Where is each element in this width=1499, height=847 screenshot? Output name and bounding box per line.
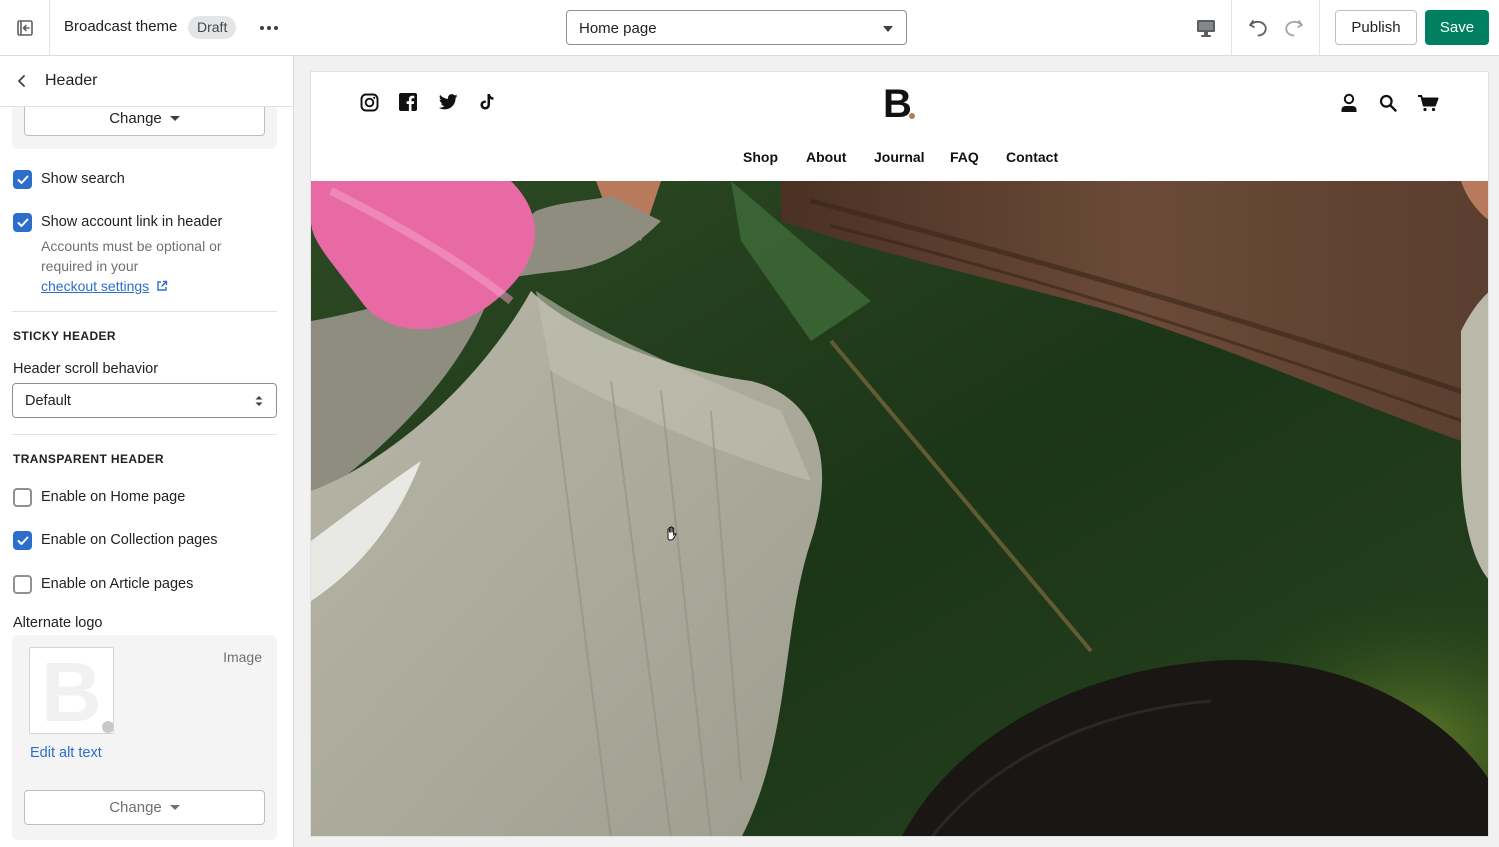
cart-link[interactable] [1417, 92, 1439, 114]
theme-name: Broadcast theme [64, 18, 178, 35]
store-header: B Shop About Journal FAQ Contact [311, 72, 1488, 181]
logo-dot [102, 721, 113, 733]
show-account-label: Show account link in header [41, 214, 223, 230]
hero-image [311, 181, 1488, 836]
external-link-icon [157, 280, 168, 291]
cart-icon [1418, 95, 1439, 112]
more-horizontal-icon [260, 26, 278, 30]
redo-icon [1285, 20, 1303, 37]
page-select[interactable]: Home page [566, 10, 907, 45]
alternate-logo-thumbnail[interactable]: B [29, 647, 114, 734]
divider [1319, 0, 1320, 55]
exit-icon [16, 19, 33, 36]
page-select-value: Home page [579, 20, 657, 37]
select-arrows-icon [255, 396, 263, 406]
enable-article-checkbox[interactable] [13, 575, 32, 594]
twitter-icon [438, 94, 458, 110]
redo-button[interactable] [1279, 13, 1309, 43]
nav-about[interactable]: About [806, 149, 846, 165]
caret-down-icon [169, 116, 180, 121]
save-button[interactable]: Save [1425, 10, 1489, 45]
twitter-link[interactable] [438, 92, 458, 112]
facebook-link[interactable] [398, 92, 418, 112]
desktop-icon [1197, 20, 1215, 37]
scroll-behavior-value: Default [25, 393, 71, 409]
divider [12, 434, 277, 435]
edit-alt-text-link[interactable]: Edit alt text [30, 745, 102, 761]
enable-collection-label: Enable on Collection pages [41, 532, 218, 548]
checkmark-icon [17, 536, 28, 545]
instagram-link[interactable] [359, 92, 379, 112]
checkmark-icon [17, 218, 28, 227]
alternate-logo-change-label: Change [109, 799, 162, 816]
logo-preview-glyph: B [41, 647, 102, 734]
account-help: Accounts must be optional or required in… [41, 238, 222, 274]
tiktok-link[interactable] [477, 92, 497, 112]
sticky-header-heading: STICKY HEADER [13, 329, 116, 343]
account-link[interactable] [1338, 92, 1360, 114]
search-link[interactable] [1377, 92, 1399, 114]
more-actions-button[interactable] [256, 15, 282, 41]
top-bar: Broadcast theme Draft Home page Publish … [0, 0, 1499, 56]
alternate-logo-label: Alternate logo [13, 615, 103, 631]
status-badge: Draft [188, 16, 237, 39]
undo-button[interactable] [1243, 13, 1273, 43]
account-icon [1341, 93, 1357, 112]
show-search-label: Show search [41, 171, 125, 187]
enable-article-label: Enable on Article pages [41, 576, 194, 592]
scroll-behavior-label: Header scroll behavior [13, 361, 159, 377]
storefront-preview[interactable]: B Shop About Journal FAQ Contact [310, 71, 1489, 837]
search-icon [1379, 94, 1397, 112]
exit-button[interactable] [0, 0, 50, 55]
alternate-logo-card: B Image Edit alt text Change [12, 635, 277, 840]
logo-change-label: Change [109, 110, 162, 127]
alternate-logo-change-button[interactable]: Change [24, 790, 265, 825]
enable-home-label: Enable on Home page [41, 489, 186, 505]
grab-cursor-icon [667, 526, 677, 541]
divider [1231, 0, 1232, 55]
facebook-icon [399, 93, 417, 111]
nav-shop[interactable]: Shop [743, 149, 778, 165]
show-account-checkbox[interactable] [13, 213, 32, 232]
enable-collection-checkbox[interactable] [13, 531, 32, 550]
nav-faq[interactable]: FAQ [950, 149, 979, 165]
nav-contact[interactable]: Contact [1006, 149, 1058, 165]
chevron-left-icon [18, 75, 25, 87]
tiktok-icon [480, 94, 494, 110]
scroll-behavior-select[interactable]: Default [12, 383, 277, 418]
account-help-text: Accounts must be optional or required in… [41, 236, 261, 296]
sidebar-title: Header [45, 72, 98, 89]
desktop-view-button[interactable] [1191, 13, 1221, 43]
caret-down-icon [169, 805, 180, 810]
store-logo[interactable]: B [883, 82, 912, 127]
back-button[interactable] [12, 71, 32, 91]
chevron-down-icon [883, 26, 893, 32]
store-logo-dot [909, 113, 915, 119]
instagram-icon [360, 93, 378, 111]
checkout-settings-link[interactable]: checkout settings [41, 278, 149, 294]
show-search-checkbox[interactable] [13, 170, 32, 189]
settings-sidebar: Header Change Show search Show account l… [0, 56, 294, 847]
checkmark-icon [17, 175, 28, 184]
image-label: Image [223, 649, 262, 665]
undo-icon [1249, 20, 1267, 37]
divider [12, 311, 277, 312]
hero-photo [311, 181, 1488, 836]
sidebar-header: Header [0, 56, 293, 107]
nav-journal[interactable]: Journal [874, 149, 925, 165]
publish-button[interactable]: Publish [1335, 10, 1417, 45]
enable-home-checkbox[interactable] [13, 488, 32, 507]
transparent-header-heading: TRANSPARENT HEADER [13, 452, 164, 466]
